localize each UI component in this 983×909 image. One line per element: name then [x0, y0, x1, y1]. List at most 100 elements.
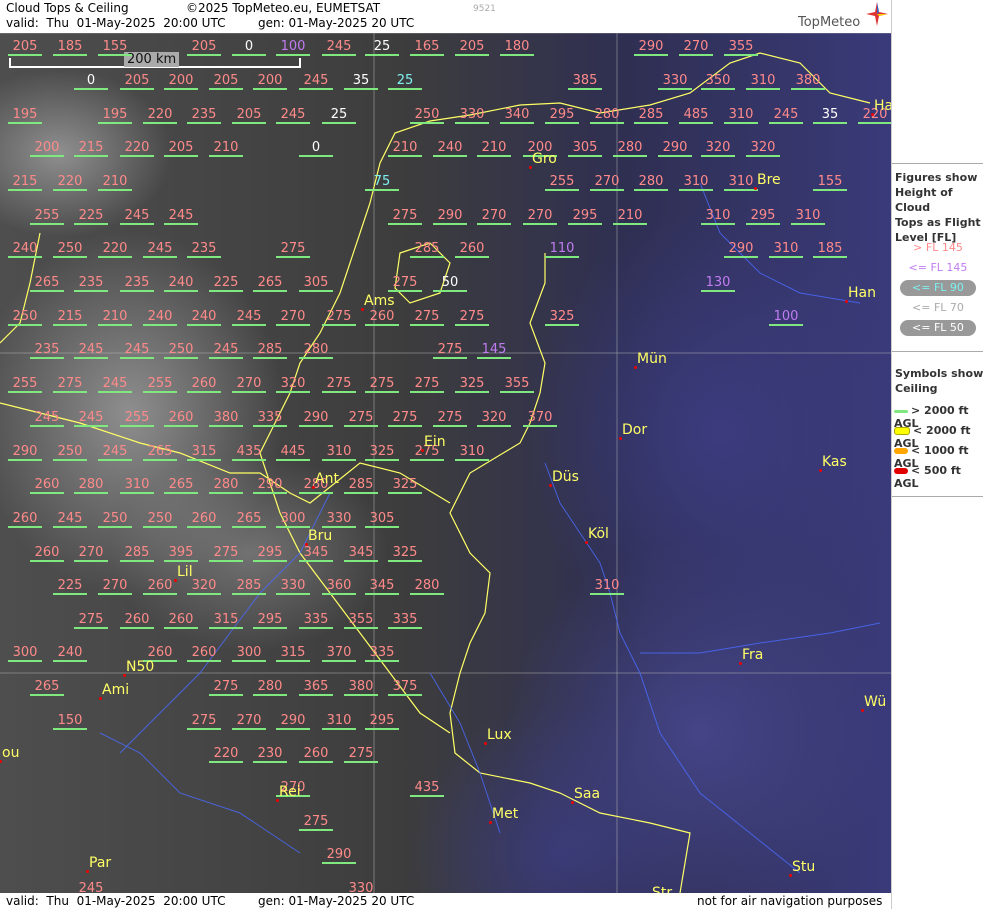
legend-title-line: Tops as Flight [895, 216, 981, 229]
cloud-top-label: 280 [299, 343, 333, 359]
cloud-top-label: 275 [209, 546, 243, 562]
cloud-top-label: 35 [344, 74, 378, 90]
cloud-top-label: 260 [8, 512, 42, 528]
cloud-top-label: 155 [98, 40, 132, 56]
brand-logo: TopMeteo [798, 15, 861, 30]
cloud-top-label: 275 [187, 714, 221, 730]
cloud-top-label: 385 [568, 74, 602, 90]
cloud-top-label: 265 [253, 276, 287, 292]
cloud-top-label: 220 [120, 141, 154, 157]
cloud-top-label: 240 [164, 276, 198, 292]
city-label: Han [848, 285, 876, 301]
cloud-top-label: 245 [769, 108, 803, 124]
cloud-top-label: 295 [568, 209, 602, 225]
cloud-top-label: 210 [477, 141, 511, 157]
cloud-top-label: 205 [209, 74, 243, 90]
map-overlay-lines [0, 33, 891, 893]
cloud-top-label: 290 [299, 411, 333, 427]
image-code: 9521 [473, 4, 496, 14]
cloud-top-label: 235 [187, 108, 221, 124]
city-label: Ein [424, 434, 446, 450]
cloud-top-label: 280 [209, 478, 243, 494]
cloud-top-label: 195 [8, 108, 42, 124]
cloud-top-label: 205 [455, 40, 489, 56]
footer-valid-time: valid: Thu 01-May-2025 20:00 UTC [6, 894, 226, 908]
cloud-top-label: 100 [769, 310, 803, 326]
ceiling-symbol-icon [894, 468, 908, 474]
city-label: Met [492, 806, 519, 822]
city-label: ou [2, 745, 20, 761]
cloud-top-label: 240 [433, 141, 467, 157]
city-label: Wü [864, 694, 887, 710]
cloud-top-label: 275 [276, 242, 310, 258]
cloud-top-label: 275 [433, 343, 467, 359]
cloud-top-label: 245 [120, 343, 154, 359]
cloud-top-label: 245 [164, 209, 198, 225]
cloud-top-label: 310 [455, 445, 489, 461]
cloud-top-label: 320 [276, 377, 310, 393]
cloud-top-label: 435 [232, 445, 266, 461]
cloud-top-label: 205 [187, 40, 221, 56]
cloud-top-label: 250 [8, 310, 42, 326]
cloud-top-label: 300 [276, 512, 310, 528]
cloud-top-label: 75 [365, 175, 399, 191]
satellite-map[interactable]: 200 km 205 185 155 205 0 100 245 25 165 205 180 290… [0, 33, 891, 893]
cloud-top-label: 240 [8, 242, 42, 258]
cloud-top-label: 485 [679, 108, 713, 124]
cloud-top-label: 255 [120, 411, 154, 427]
cloud-top-label: 310 [322, 714, 356, 730]
cloud-top-label: 245 [53, 512, 87, 528]
cloud-top-label: 260 [299, 747, 333, 763]
legend-divider [892, 351, 983, 352]
scale-label: 200 km [124, 52, 180, 67]
cloud-top-label: 345 [299, 546, 333, 562]
city-label: Par [89, 855, 112, 871]
cloud-top-label: 275 [365, 377, 399, 393]
city-label: Düs [552, 469, 579, 485]
cloud-top-label: 280 [253, 680, 287, 696]
cloud-top-label: 155 [813, 175, 847, 191]
cloud-top-label: 435 [410, 781, 444, 797]
legend-title: Figures show Height of Cloud Tops as Fli… [895, 170, 983, 245]
cloud-top-label: 275 [455, 310, 489, 326]
disclaimer: not for air navigation purposes [697, 894, 883, 908]
cloud-top-label: 260 [164, 613, 198, 629]
cloud-top-label: 220 [209, 747, 243, 763]
cloud-top-label: 210 [209, 141, 243, 157]
cloud-top-label: 225 [74, 209, 108, 225]
cloud-top-label: 180 [500, 40, 534, 56]
cloud-top-label: 200 [164, 74, 198, 90]
cloud-top-label: 0 [299, 141, 333, 157]
cloud-top-label: 275 [322, 377, 356, 393]
cloud-top-label: 25 [322, 108, 356, 124]
cloud-top-label: 315 [209, 613, 243, 629]
cloud-top-label: 310 [701, 209, 735, 225]
cloud-top-label: 225 [53, 579, 87, 595]
cloud-top-label: 270 [232, 377, 266, 393]
cloud-top-label: 290 [8, 445, 42, 461]
cloud-top-label: 270 [232, 714, 266, 730]
city-label: N50 [126, 659, 155, 675]
cloud-top-label: 350 [701, 74, 735, 90]
cloud-top-label: 200 [253, 74, 287, 90]
cloud-top-label: 280 [410, 579, 444, 595]
cloud-top-label: 360 [322, 579, 356, 595]
cloud-top-label: 370 [523, 411, 557, 427]
cloud-top-label: 245 [74, 882, 108, 893]
symbols-title-line: Symbols show [895, 367, 983, 380]
legend-divider [892, 496, 983, 497]
cloud-top-label: 275 [74, 613, 108, 629]
cloud-top-label: 265 [30, 680, 64, 696]
city-label: Ams [364, 293, 395, 309]
cloud-top-label: 260 [365, 310, 399, 326]
cloud-top-label: 235 [187, 242, 221, 258]
cloud-top-label: 295 [253, 546, 287, 562]
cloud-top-label: 210 [98, 310, 132, 326]
cloud-top-label: 225 [209, 276, 243, 292]
cloud-top-label: 275 [433, 411, 467, 427]
cloud-top-label: 375 [388, 680, 422, 696]
cloud-top-label: 290 [658, 141, 692, 157]
cloud-top-label: 260 [30, 478, 64, 494]
city-label: Gro [532, 151, 557, 167]
city-label: Ant [315, 471, 339, 487]
